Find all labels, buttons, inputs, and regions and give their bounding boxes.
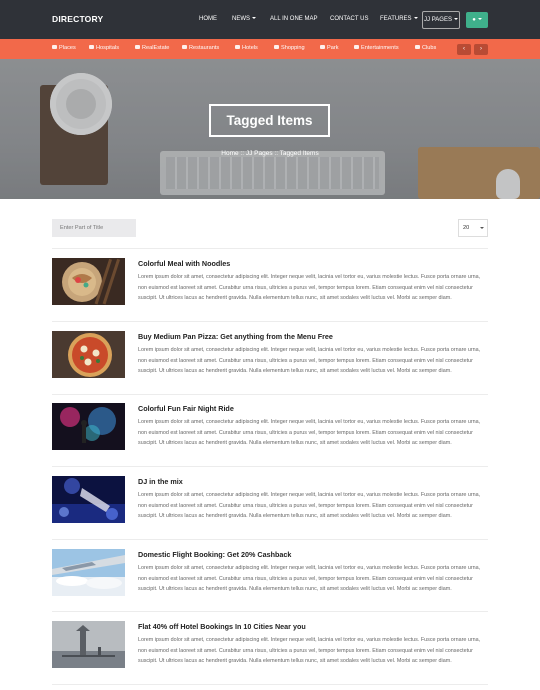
user-icon: ● xyxy=(472,17,476,23)
nav-news[interactable]: NEWS xyxy=(232,16,256,22)
item-title[interactable]: Flat 40% off Hotel Bookings In 10 Cities… xyxy=(138,622,306,631)
breadcrumb[interactable]: Home :: JJ Pages :: Tagged Items xyxy=(0,150,540,157)
item-title[interactable]: Colorful Meal with Noodles xyxy=(138,259,230,268)
category-clubs[interactable]: Clubs xyxy=(415,45,436,51)
page-title: Tagged Items xyxy=(209,104,330,137)
user-menu-button[interactable]: ● xyxy=(466,12,488,28)
thumbnail-image[interactable] xyxy=(52,258,125,305)
item-title[interactable]: Colorful Fun Fair Night Ride xyxy=(138,404,234,413)
music-icon xyxy=(354,45,359,49)
category-shopping[interactable]: Shopping xyxy=(274,45,305,51)
chat-icon xyxy=(415,45,420,49)
item-title[interactable]: DJ in the mix xyxy=(138,477,183,486)
item-description: Lorem ipsum dolor sit amet, consectetur … xyxy=(138,274,481,302)
list-item: Colorful Fun Fair Night Ride Lorem ipsum… xyxy=(52,403,488,465)
thumbnail-image[interactable] xyxy=(52,403,125,450)
list-item: Colorful Meal with Noodles Lorem ipsum d… xyxy=(52,258,488,320)
nav-features[interactable]: FEATURES xyxy=(380,16,418,22)
chevron-down-icon xyxy=(252,17,256,19)
bed-icon xyxy=(235,45,240,49)
thumbnail-image[interactable] xyxy=(52,549,125,596)
category-hotels[interactable]: Hotels xyxy=(235,45,258,51)
item-description: Lorem ipsum dolor sit amet, consectetur … xyxy=(138,565,481,593)
chevron-down-icon xyxy=(477,18,482,20)
category-places[interactable]: Places xyxy=(52,45,76,51)
category-bar: Places Hospitals RealEstate Restaurants … xyxy=(0,39,540,59)
site-logo[interactable]: DIRECTORY xyxy=(52,14,103,24)
list-item: Buy Medium Pan Pizza: Get anything from … xyxy=(52,331,488,393)
search-input[interactable] xyxy=(52,219,136,237)
chevron-down-icon xyxy=(453,18,458,20)
divider xyxy=(52,321,488,322)
divider xyxy=(52,394,488,395)
nav-all-in-one-map[interactable]: ALL IN ONE MAP xyxy=(270,16,317,22)
item-description: Lorem ipsum dolor sit amet, consectetur … xyxy=(138,492,481,520)
divider xyxy=(52,611,488,612)
thumbnail-image[interactable] xyxy=(52,331,125,378)
category-next-button[interactable]: › xyxy=(474,44,488,55)
divider xyxy=(52,539,488,540)
thumbnail-image[interactable] xyxy=(52,621,125,668)
hospital-icon xyxy=(89,45,94,49)
chevron-down-icon xyxy=(480,227,484,229)
tree-icon xyxy=(320,45,325,49)
nav-home[interactable]: HOME xyxy=(199,16,217,22)
category-hospitals[interactable]: Hospitals xyxy=(89,45,119,51)
limit-select[interactable]: 20 xyxy=(458,219,488,237)
item-description: Lorem ipsum dolor sit amet, consectetur … xyxy=(138,347,481,375)
item-title[interactable]: Buy Medium Pan Pizza: Get anything from … xyxy=(138,332,333,341)
list-item: DJ in the mix Lorem ipsum dolor sit amet… xyxy=(52,476,488,538)
chevron-left-icon: ‹ xyxy=(463,46,465,52)
divider xyxy=(52,684,488,685)
category-realestate[interactable]: RealEstate xyxy=(135,45,169,51)
list-item: Flat 40% off Hotel Bookings In 10 Cities… xyxy=(52,621,488,683)
map-pin-icon xyxy=(52,45,57,49)
shopping-cart-icon xyxy=(274,45,279,49)
nav-contact-us[interactable]: CONTACT US xyxy=(330,16,368,22)
category-park[interactable]: Park xyxy=(320,45,339,51)
category-entertainments[interactable]: Entertainments xyxy=(354,45,399,51)
divider xyxy=(52,248,488,249)
item-description: Lorem ipsum dolor sit amet, consectetur … xyxy=(138,637,481,665)
list-item: Domestic Flight Booking: Get 20% Cashbac… xyxy=(52,549,488,611)
top-navbar: DIRECTORY HOME NEWS ALL IN ONE MAP CONTA… xyxy=(0,0,540,39)
thumbnail-image[interactable] xyxy=(52,476,125,523)
category-restaurants[interactable]: Restaurants xyxy=(182,45,219,51)
jj-pages-button[interactable]: JJ PAGES xyxy=(422,11,460,29)
building-icon xyxy=(135,45,140,49)
chevron-right-icon: › xyxy=(480,46,482,52)
item-title[interactable]: Domestic Flight Booking: Get 20% Cashbac… xyxy=(138,550,291,559)
chevron-down-icon xyxy=(413,17,418,19)
item-description: Lorem ipsum dolor sit amet, consectetur … xyxy=(138,419,481,447)
cutlery-icon xyxy=(182,45,187,49)
divider xyxy=(52,466,488,467)
category-prev-button[interactable]: ‹ xyxy=(457,44,471,55)
